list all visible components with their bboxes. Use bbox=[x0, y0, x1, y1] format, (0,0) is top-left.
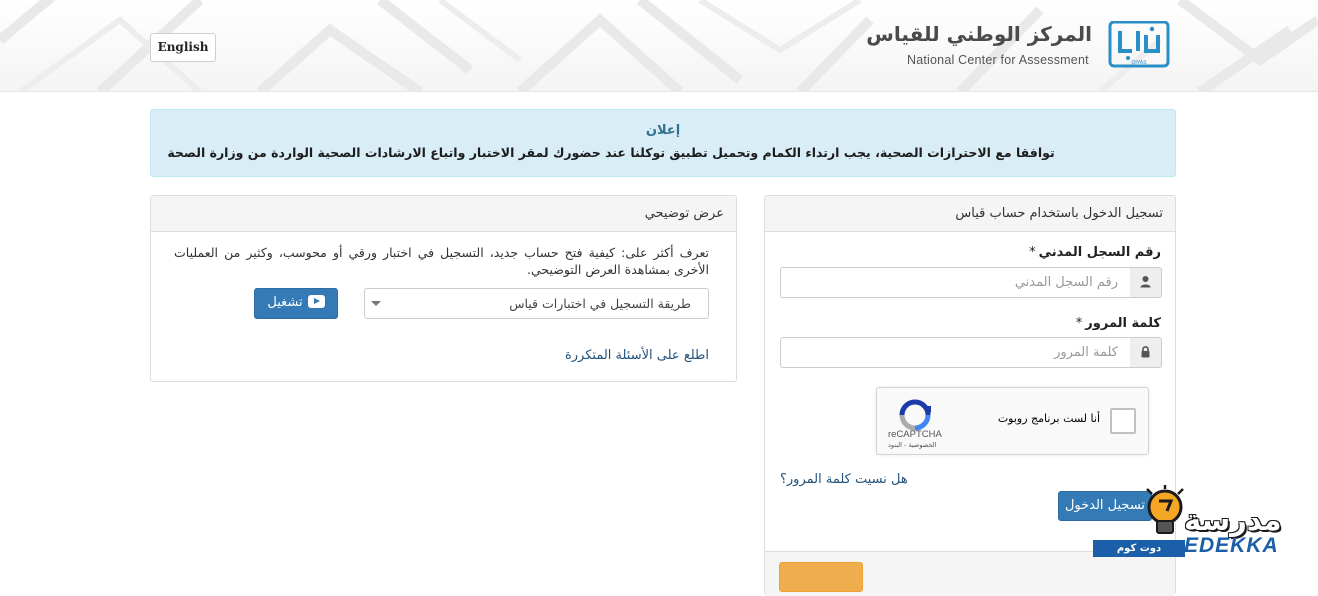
watermark-arabic: مدرسة bbox=[1184, 503, 1283, 537]
announcement-alert: إعلان توافقا مع الاحترازات الصحية، يجب ا… bbox=[150, 109, 1176, 177]
watermark-english: EDEKKA bbox=[1184, 534, 1279, 557]
recaptcha-label: أنا لست برنامج روبوت bbox=[997, 412, 1100, 425]
announcement-body: توافقا مع الاحترازات الصحية، يجب ارتداء … bbox=[167, 145, 1055, 160]
site-header: English المركز الوطني للقياس National Ce… bbox=[0, 0, 1318, 92]
password-group bbox=[780, 337, 1162, 368]
national-id-label: رقم السجل المدني* bbox=[1029, 245, 1161, 260]
english-language-button[interactable]: English bbox=[150, 33, 216, 62]
play-button-label: تشغيل bbox=[267, 295, 303, 310]
password-label-text: كلمة المرور bbox=[1085, 316, 1161, 331]
recaptcha-checkbox[interactable] bbox=[1110, 408, 1136, 434]
national-id-input[interactable] bbox=[780, 267, 1131, 298]
national-id-group bbox=[780, 267, 1162, 298]
demo-panel: عرض توضيحي تعرف أكثر على: كيفية فتح حساب… bbox=[150, 195, 737, 382]
watermark-domain: دوت كوم bbox=[1093, 540, 1185, 557]
recaptcha-widget: أنا لست برنامج روبوت reCAPTCHA الخصوصية … bbox=[876, 387, 1149, 455]
logo-arabic-name: المركز الوطني للقياس bbox=[866, 22, 1092, 46]
play-button[interactable]: تشغيل bbox=[254, 288, 338, 319]
demo-panel-heading: عرض توضيحي bbox=[151, 196, 736, 232]
forgot-password-link[interactable]: هل نسيت كلمة المرور؟ bbox=[780, 472, 908, 487]
required-mark: * bbox=[1075, 316, 1083, 331]
qiyas-mark-icon: QIYAS bbox=[1108, 21, 1170, 68]
login-panel-heading: تسجيل الدخول باستخدام حساب قياس bbox=[765, 196, 1175, 232]
user-icon bbox=[1130, 267, 1162, 298]
logo-english-name: National Center for Assessment bbox=[907, 53, 1089, 67]
national-id-label-text: رقم السجل المدني bbox=[1038, 245, 1161, 260]
required-mark: * bbox=[1029, 245, 1036, 260]
demo-select-value: طريقة التسجيل في اختبارات قياس bbox=[509, 296, 691, 311]
faq-link[interactable]: اطلع على الأسئلة المتكررة bbox=[565, 348, 709, 363]
announcement-title: إعلان bbox=[645, 123, 681, 138]
recaptcha-terms[interactable]: الخصوصية - البنود bbox=[888, 441, 936, 449]
qiyas-logo[interactable]: المركز الوطني للقياس National Center for… bbox=[866, 20, 1170, 72]
youtube-play-icon bbox=[307, 295, 325, 308]
site-watermark: مدرسة EDEKKA دوت كوم bbox=[1088, 482, 1300, 562]
demo-description: تعرف أكثر على: كيفية فتح حساب جديد، التس… bbox=[174, 245, 709, 277]
demo-video-select[interactable]: طريقة التسجيل في اختبارات قياس bbox=[364, 288, 709, 319]
chevron-down-icon bbox=[371, 301, 381, 306]
register-button[interactable] bbox=[779, 562, 863, 592]
lightbulb-icon bbox=[1146, 485, 1184, 534]
recaptcha-brand: reCAPTCHA bbox=[888, 429, 942, 440]
password-label: كلمة المرور* bbox=[1076, 316, 1161, 331]
password-input[interactable] bbox=[780, 337, 1131, 368]
logo-mark-caption: QIYAS bbox=[1132, 60, 1148, 66]
lock-icon bbox=[1130, 337, 1162, 368]
